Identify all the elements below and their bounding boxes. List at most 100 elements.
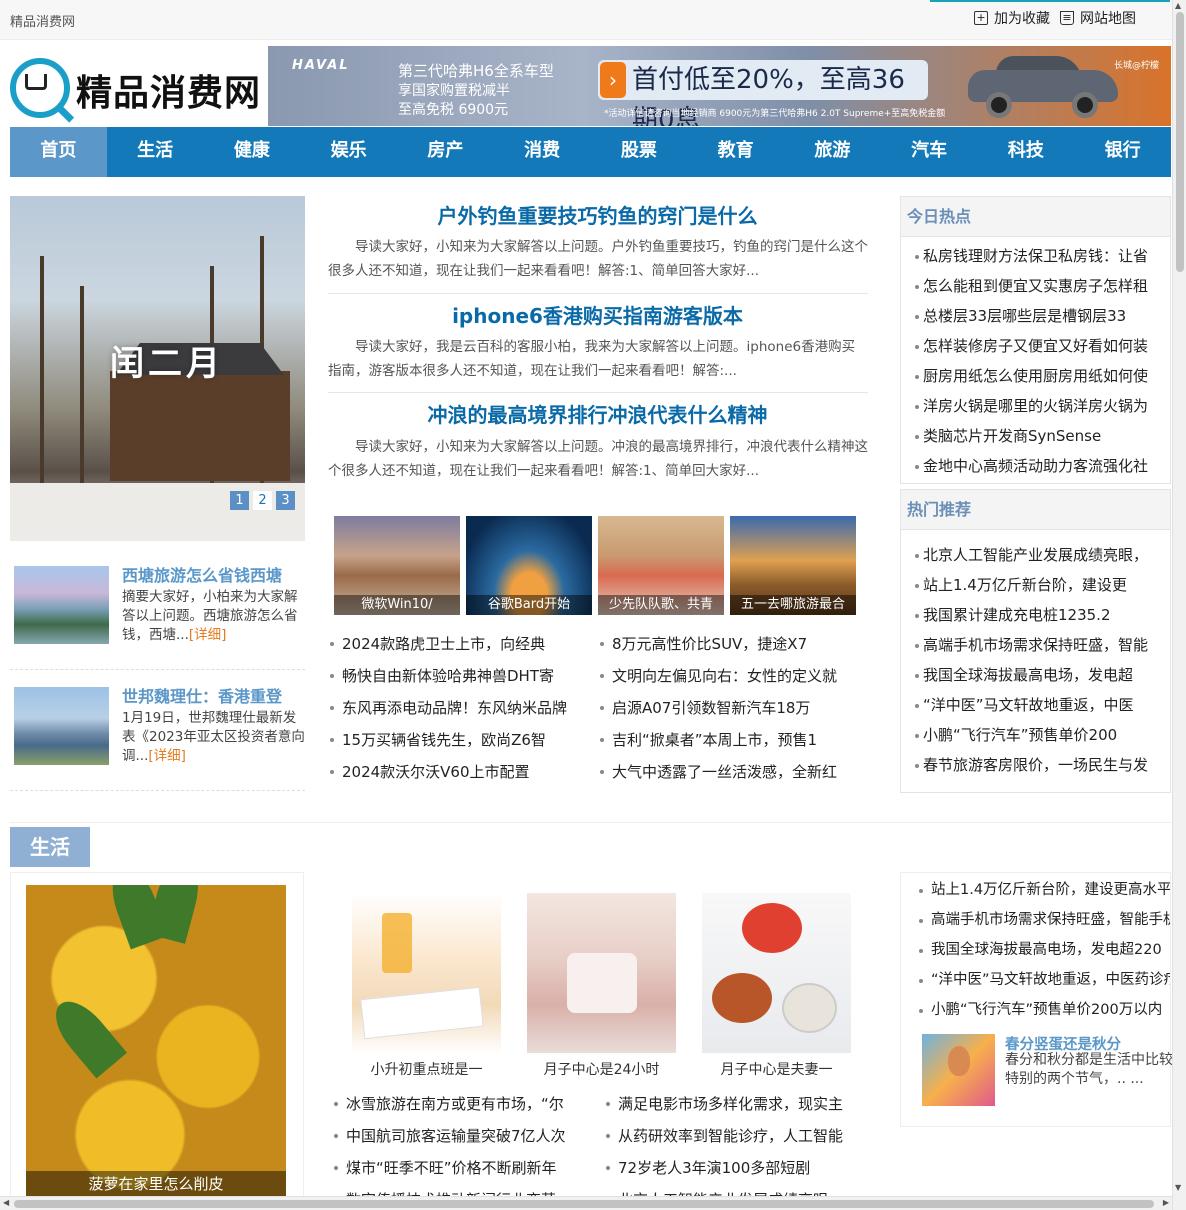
nav-tech[interactable]: 科技 <box>978 127 1075 177</box>
news-thumbnail[interactable] <box>14 566 109 644</box>
nav-stocks[interactable]: 股票 <box>591 127 688 177</box>
scroll-thumb[interactable] <box>1176 12 1184 272</box>
list-item[interactable]: 站上1.4万亿斤新台阶，建设更高水平 <box>915 875 1170 905</box>
list-item[interactable]: 总楼层33层哪些层是槽钢层33 <box>915 301 1162 331</box>
section-title[interactable]: 生活 <box>10 827 90 867</box>
list-item[interactable]: 东风再添电动品牌！东风纳米品牌 <box>328 692 588 724</box>
feature-caption[interactable]: 菠萝在家里怎么削皮 <box>26 1171 286 1197</box>
sitemap-link[interactable]: ≡ 网站地图 <box>1060 8 1136 28</box>
nav-bank[interactable]: 银行 <box>1074 127 1171 177</box>
list-item[interactable]: 怎样装修房子又便宜又好看如何装 <box>915 331 1162 361</box>
ad-banner[interactable]: HAVAL 第三代哈弗H6全系车型 享国家购置税减半 至高免税 6900元 › … <box>268 46 1171 126</box>
list-item[interactable]: 私房钱理财方法保卫私房钱：让省 <box>915 241 1162 271</box>
list-item[interactable]: 煤市“旺季不旺”价格不断刷新年 <box>332 1152 592 1184</box>
list-item[interactable]: 2024款沃尔沃V60上市配置 <box>328 756 588 788</box>
picture-card[interactable]: 微软Win10/ <box>334 516 460 615</box>
list-item[interactable]: 文明向左偏见向右：女性的定义就 <box>598 660 858 692</box>
list-item[interactable]: 畅快自由新体验哈弗神兽DHT寄 <box>328 660 588 692</box>
picture-image[interactable] <box>702 893 851 1053</box>
list-item[interactable]: 冰雪旅游在南方或更有市场，“尔 <box>332 1088 592 1120</box>
picture-caption[interactable]: 谷歌Bard开始 <box>466 595 592 615</box>
list-item[interactable]: 从药研效率到智能诊疗，人工智能 <box>604 1120 874 1152</box>
list-item[interactable]: 类脑芯片开发商SynSense <box>915 421 1162 451</box>
list-item[interactable]: 怎么能租到便宜又实惠房子怎样租 <box>915 271 1162 301</box>
scroll-right-icon[interactable]: ▶ <box>1163 1198 1169 1207</box>
nav-consumer[interactable]: 消费 <box>494 127 591 177</box>
picture-card[interactable]: 少先队队歌、共青 <box>598 516 724 615</box>
picture-card[interactable]: 月子中心是夫妻一 <box>702 893 851 1079</box>
picture-card[interactable]: 小升初重点班是一 <box>352 893 501 1079</box>
list-item[interactable]: 厨房用纸怎么使用厨房用纸如何使 <box>915 361 1162 391</box>
picture-card[interactable]: 五一去哪旅游最合 <box>730 516 856 615</box>
list-item[interactable]: 高端手机市场需求保持旺盛，智能 <box>915 630 1162 660</box>
picture-card[interactable]: 月子中心是24小时 <box>527 893 676 1079</box>
add-favorite-link[interactable]: + 加为收藏 <box>974 8 1050 28</box>
list-item[interactable]: 小鹏“飞行汽车”预售单价200 <box>915 720 1162 750</box>
nav-health[interactable]: 健康 <box>204 127 301 177</box>
list-item[interactable]: “洋中医”马文轩故地重返，中医药诊疗 <box>915 965 1170 995</box>
list-item[interactable]: 北京人工智能产业发展成绩亮眼， <box>915 540 1162 570</box>
horizontal-scrollbar[interactable]: ◀ ▶ <box>0 1196 1172 1210</box>
feature-thumbnail[interactable] <box>922 1034 995 1106</box>
scroll-up-icon[interactable]: ▲ <box>1175 1 1181 10</box>
image-slider[interactable]: 闰二月 1 2 3 <box>10 196 305 541</box>
headline-title[interactable]: iphone6香港购买指南游客版本 <box>325 300 870 329</box>
news-title[interactable]: 西塘旅游怎么省钱西塘 <box>122 562 305 586</box>
list-item[interactable]: 吉利“掀桌者”本周上市，预售1 <box>598 724 858 756</box>
list-item[interactable]: 中国航司旅客运输量突破7亿人次 <box>332 1120 592 1152</box>
picture-caption[interactable]: 少先队队歌、共青 <box>598 595 724 615</box>
list-item[interactable]: 我国全球海拔最高电场，发电超 <box>915 660 1162 690</box>
list-item[interactable]: “洋中医”马文轩故地重返，中医 <box>915 690 1162 720</box>
picture-image[interactable] <box>527 893 676 1053</box>
list-item[interactable]: 小鹏“飞行汽车”预售单价200万以内 <box>915 995 1170 1025</box>
detail-link[interactable]: [详细] <box>148 748 186 764</box>
left-news-item[interactable]: 西塘旅游怎么省钱西塘 摘要大家好，小柏来为大家解答以上问题。西塘旅游怎么省钱，西… <box>10 562 305 670</box>
scroll-down-icon[interactable]: ▼ <box>1175 1183 1181 1192</box>
nav-education[interactable]: 教育 <box>687 127 784 177</box>
left-news-item[interactable]: 世邦魏理仕：香港重登 1月19日，世邦魏理仕最新发表《2023年亚太区投资者意向… <box>10 683 305 791</box>
picture-caption[interactable]: 小升初重点班是一 <box>352 1059 501 1079</box>
slider-page-2[interactable]: 2 <box>253 491 272 510</box>
headline-title[interactable]: 冲浪的最高境界排行冲浪代表什么精神 <box>325 399 870 428</box>
list-item[interactable]: 金地中心高频活动助力客流强化社 <box>915 451 1162 481</box>
slider-page-1[interactable]: 1 <box>230 491 249 510</box>
picture-caption[interactable]: 五一去哪旅游最合 <box>730 595 856 615</box>
picture-caption[interactable]: 月子中心是夫妻一 <box>702 1059 851 1079</box>
picture-card[interactable]: 谷歌Bard开始 <box>466 516 592 615</box>
picture-caption[interactable]: 月子中心是24小时 <box>527 1059 676 1079</box>
nav-auto[interactable]: 汽车 <box>881 127 978 177</box>
nav-life[interactable]: 生活 <box>107 127 204 177</box>
nav-travel[interactable]: 旅游 <box>784 127 881 177</box>
list-item[interactable]: 满足电影市场多样化需求，现实主 <box>604 1088 874 1120</box>
detail-link[interactable]: [详细] <box>189 627 227 643</box>
slider-page-3[interactable]: 3 <box>276 491 295 510</box>
nav-entertainment[interactable]: 娱乐 <box>300 127 397 177</box>
list-item[interactable]: 大气中透露了一丝活泼感，全新红 <box>598 756 858 788</box>
top-accent-line <box>930 0 1170 2</box>
list-item[interactable]: 高端手机市场需求保持旺盛，智能手机 <box>915 905 1170 935</box>
divider <box>328 293 868 294</box>
picture-image[interactable] <box>352 893 501 1053</box>
list-item[interactable]: 站上1.4万亿斤新台阶，建设更 <box>915 570 1162 600</box>
scroll-left-icon[interactable]: ◀ <box>3 1198 9 1207</box>
feature-image[interactable]: 菠萝在家里怎么削皮 <box>26 885 286 1197</box>
list-item[interactable]: 洋房火锅是哪里的火锅洋房火锅为 <box>915 391 1162 421</box>
list-item[interactable]: 72岁老人3年演100多部短剧 <box>604 1152 874 1184</box>
news-thumbnail[interactable] <box>14 687 109 765</box>
news-title[interactable]: 世邦魏理仕：香港重登 <box>122 683 305 707</box>
list-item[interactable]: 春节旅游客房限价，一场民生与发 <box>915 750 1162 780</box>
headline-title[interactable]: 户外钓鱼重要技巧钓鱼的窍门是什么 <box>325 200 870 229</box>
picture-caption[interactable]: 微软Win10/ <box>334 595 460 615</box>
site-logo[interactable]: 精品消费网 <box>10 58 265 118</box>
list-item[interactable]: 8万元高性价比SUV，捷途X7 <box>598 628 858 660</box>
section-picture-row: 小升初重点班是一 月子中心是24小时 月子中心是夫妻一 <box>352 893 851 1079</box>
list-item[interactable]: 我国全球海拔最高电场，发电超220 <box>915 935 1170 965</box>
nav-realestate[interactable]: 房产 <box>397 127 494 177</box>
vertical-scrollbar[interactable]: ▲ ▼ <box>1172 0 1186 1210</box>
list-item[interactable]: 15万买辆省钱先生，欧尚Z6智 <box>328 724 588 756</box>
scroll-thumb[interactable] <box>14 1200 1154 1208</box>
list-item[interactable]: 2024款路虎卫士上市，向经典 <box>328 628 588 660</box>
list-item[interactable]: 我国累计建成充电桩1235.2 <box>915 600 1162 630</box>
nav-home[interactable]: 首页 <box>10 127 107 177</box>
list-item[interactable]: 启源A07引领数智新汽车18万 <box>598 692 858 724</box>
